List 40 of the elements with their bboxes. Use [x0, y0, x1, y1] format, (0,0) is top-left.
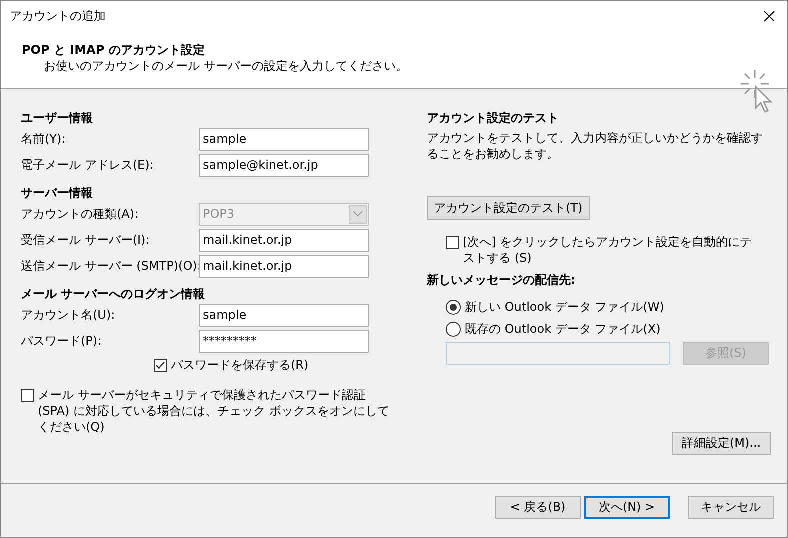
checkbox[interactable] [154, 359, 167, 372]
checkbox[interactable] [446, 236, 459, 249]
radio-label: 新しい Outlook データ ファイル(W) [465, 298, 664, 316]
field-label: アカウント名(U): [21, 306, 116, 324]
input-field[interactable]: sample [199, 128, 369, 150]
radio-button[interactable] [446, 322, 461, 336]
section-heading: メール サーバーへのログオン情報 [21, 286, 206, 303]
caret-icon [353, 211, 363, 217]
description-text: アカウントをテストして、入力内容が正しいかどうかを確認することをお勧めします。 [427, 130, 764, 162]
dialog-button[interactable]: 次へ(N) > [584, 496, 670, 519]
checkbox-label: メール サーバーがセキュリティで保護されたパスワード認証 (SPA) に対応している場合には、チェック ボックスをオンにしてください(Q) [38, 387, 390, 435]
radio-label: 既存の Outlook データ ファイル(X) [465, 320, 661, 338]
input-field[interactable]: sample [199, 304, 369, 326]
checkbox[interactable] [21, 389, 34, 402]
input-field[interactable]: mail.kinet.or.jp [199, 254, 369, 278]
input-field[interactable]: mail.kinet.or.jp [199, 228, 369, 252]
test-settings-button[interactable]: アカウント設定のテスト(T) [427, 196, 590, 220]
radio-button[interactable] [446, 300, 461, 314]
checkbox-label: パスワードを保存する(R) [171, 357, 309, 373]
page-subtitle: お使いのアカウントのメール サーバーの設定を入力してください。 [43, 58, 408, 74]
dialog-button[interactable]: キャンセル [688, 496, 774, 519]
field-label: 名前(Y): [21, 130, 67, 148]
section-heading: アカウント設定のテスト [427, 110, 560, 127]
window-title: アカウントの追加 [10, 8, 106, 25]
close-icon[interactable] [764, 11, 775, 22]
field-label: 受信メール サーバー(I): [21, 232, 151, 248]
input-field[interactable]: sample@kinet.or.jp [199, 154, 369, 176]
field-label: 電子メール アドレス(E): [21, 156, 155, 174]
field-label: パスワード(P): [21, 332, 103, 350]
checkbox-label: [次へ] をクリックしたらアカウント設定を自動的にテストする (S) [463, 234, 753, 266]
page-title: POP と IMAP のアカウント設定 [22, 42, 206, 58]
field-label: アカウントの種類(A): [21, 206, 140, 222]
account-type-dropdown: POP3 [199, 202, 369, 226]
section-heading: ユーザー情報 [21, 110, 94, 127]
input-field[interactable]: ********* [199, 330, 369, 352]
advanced-settings-button[interactable]: 詳細設定(M)... [672, 432, 771, 455]
dialog-button[interactable]: < 戻る(B) [495, 496, 581, 519]
section-heading: 新しいメッセージの配信先: [427, 272, 577, 289]
section-heading: サーバー情報 [21, 185, 94, 202]
field-label: 送信メール サーバー (SMTP)(O): [21, 258, 199, 274]
